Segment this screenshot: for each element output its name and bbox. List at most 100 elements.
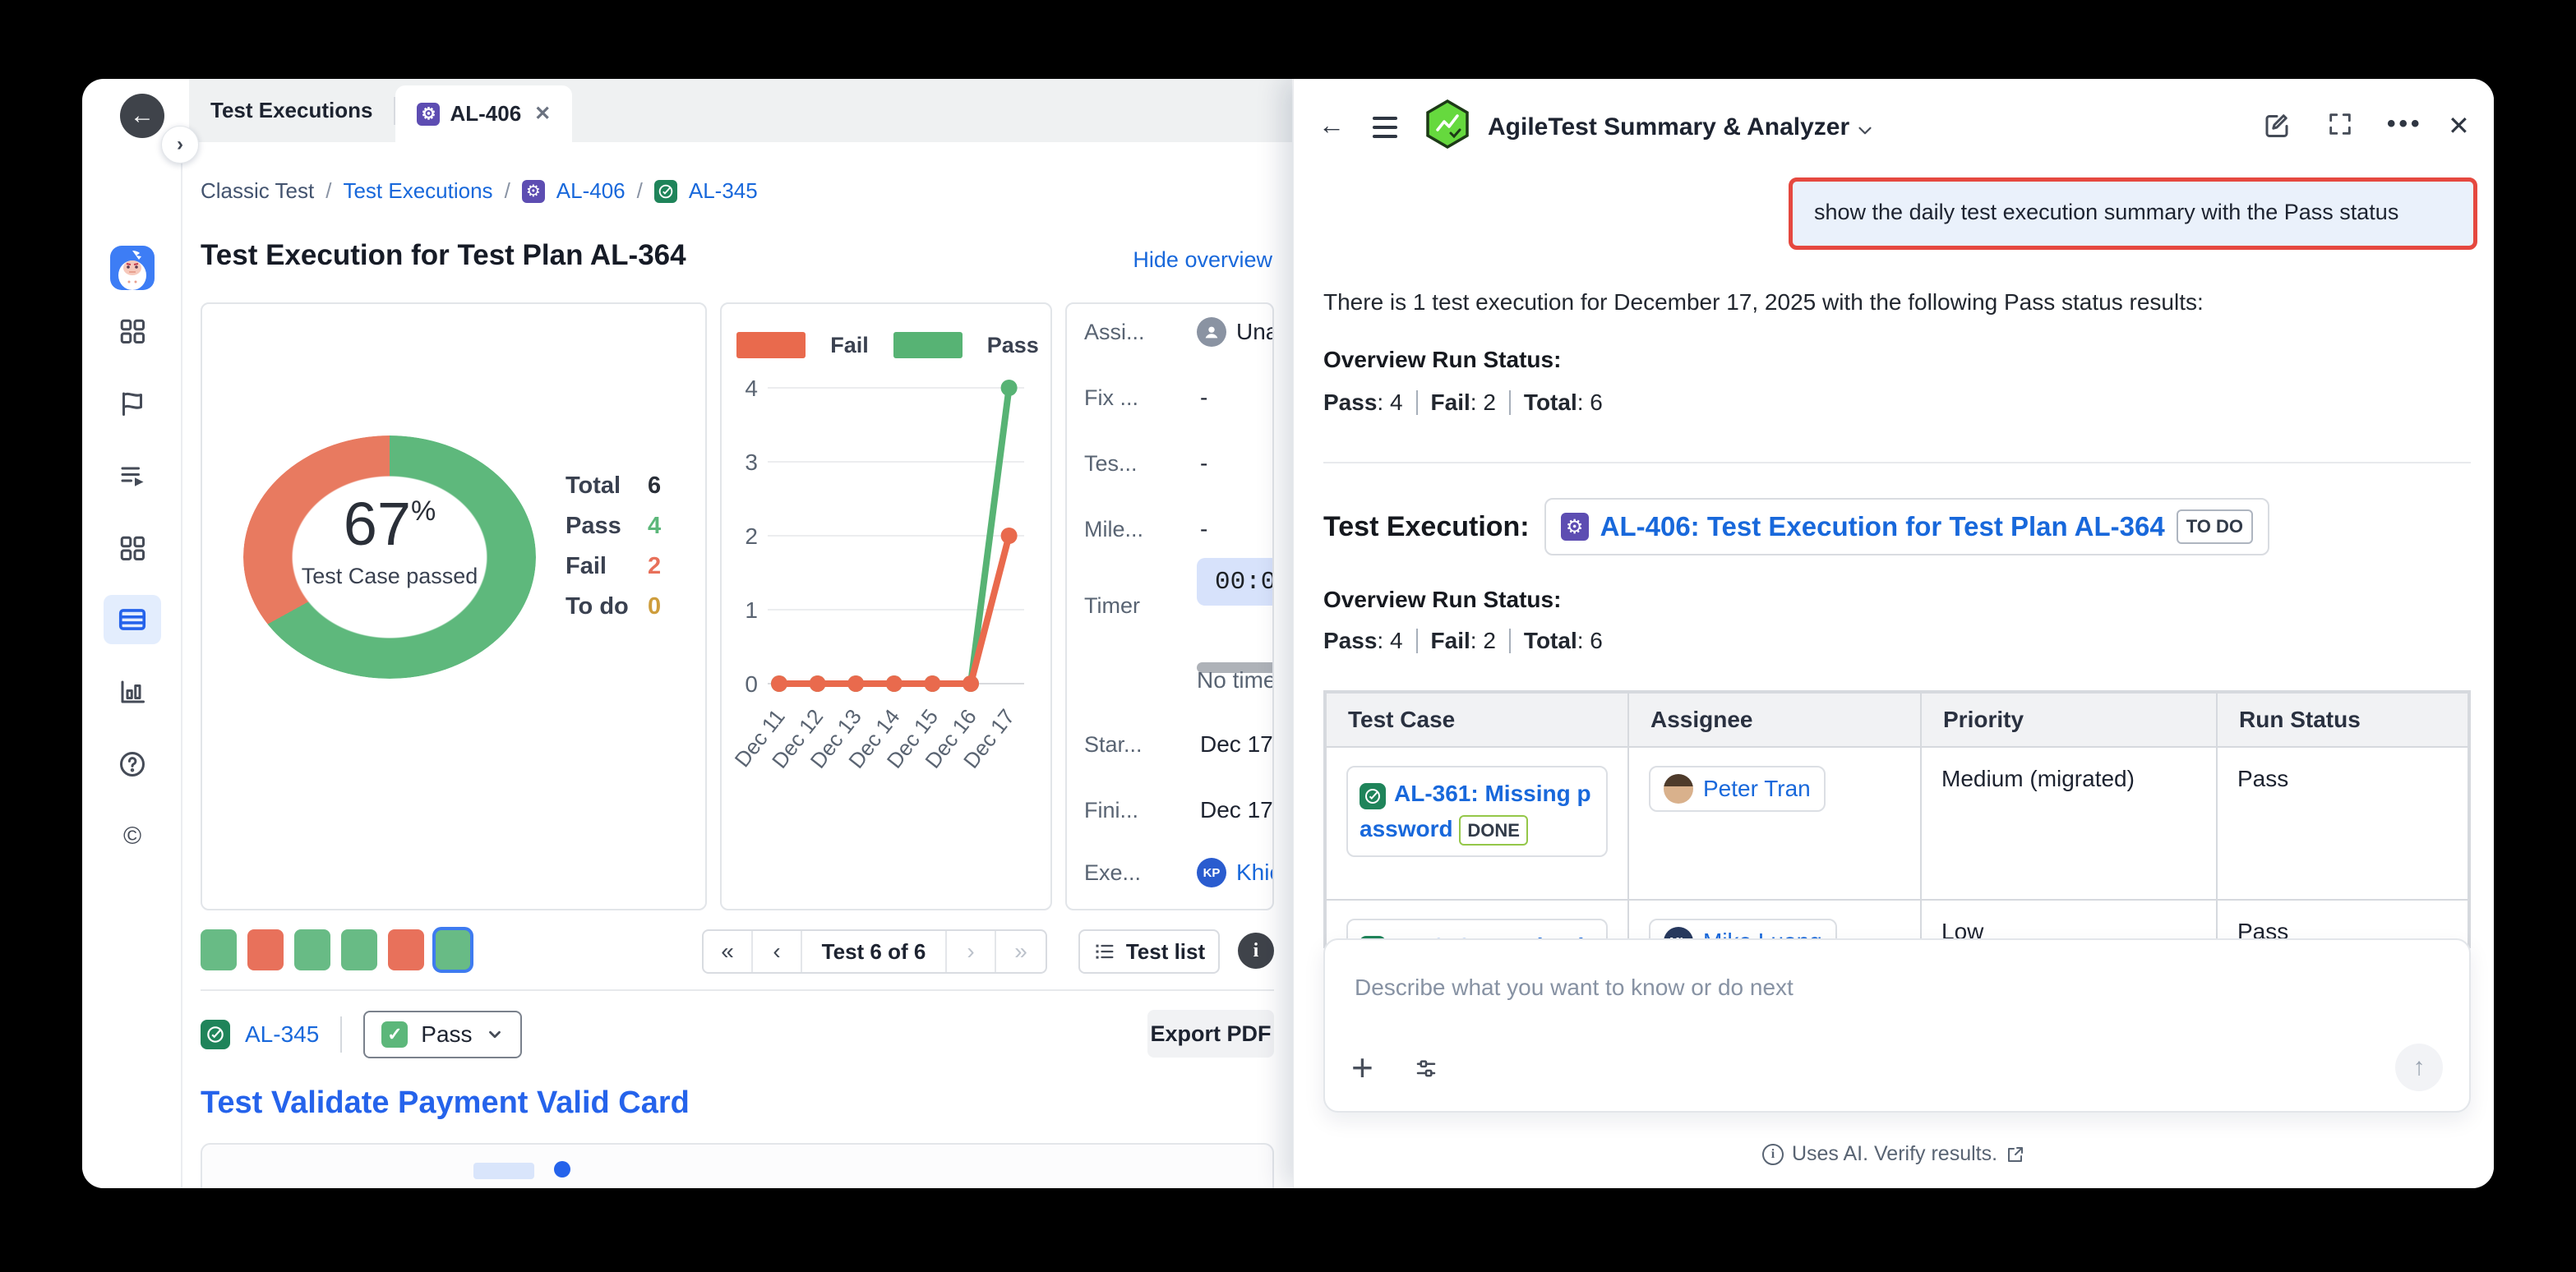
executed-by-value[interactable]: Khiem L <box>1236 860 1274 886</box>
hide-overview-link[interactable]: Hide overview <box>1133 247 1272 273</box>
line-chart-legend: Fail Pass <box>722 332 1054 358</box>
test-case-key-link[interactable]: AL-345 <box>245 1021 319 1048</box>
more-options-icon[interactable]: ••• <box>2387 110 2423 138</box>
run-status-cell: Pass <box>2217 747 2468 900</box>
sidebar-expand-button[interactable]: › <box>161 126 199 164</box>
sidebar-item-test-library[interactable] <box>82 533 182 563</box>
menu-icon[interactable] <box>1373 117 1397 138</box>
breadcrumb-test-executions[interactable]: Test Executions <box>343 178 492 204</box>
chevron-down-icon[interactable] <box>1854 120 1876 141</box>
test-status-square-fail[interactable] <box>388 929 424 970</box>
list-play-icon <box>118 461 147 491</box>
breadcrumb-root[interactable]: Classic Test <box>201 178 314 204</box>
assignee-value[interactable]: Unass... <box>1236 319 1274 345</box>
breadcrumb-slash: / <box>637 178 643 204</box>
assistant-footer: i Uses AI. Verify results. <box>1294 1142 2494 1166</box>
test-status-square-pass[interactable] <box>435 929 471 970</box>
assignee-pill[interactable]: Peter Tran <box>1649 766 1826 812</box>
send-button[interactable]: ↑ <box>2395 1044 2443 1091</box>
chat-input-placeholder[interactable]: Describe what you want to know or do nex… <box>1355 975 1794 1001</box>
fix-version-label: Fix ... <box>1084 385 1138 411</box>
sidebar-item-help[interactable] <box>82 749 182 779</box>
fullscreen-icon[interactable] <box>2326 110 2354 142</box>
tab-test-executions[interactable]: Test Executions <box>189 79 394 142</box>
settings-sliders-icon[interactable] <box>1414 1057 1438 1085</box>
pass-legend-label: Pass <box>987 333 1039 358</box>
test-status-square-fail[interactable] <box>247 929 284 970</box>
test-list-button[interactable]: Test list <box>1078 929 1220 974</box>
page-title: Test Execution for Test Plan AL-364 <box>201 239 686 272</box>
test-case-heading[interactable]: Test Validate Payment Valid Card <box>201 1085 690 1121</box>
legend-value: 4 <box>648 513 661 540</box>
milestone-label: Mile... <box>1084 517 1143 542</box>
sidebar-item-about[interactable]: © <box>82 823 182 850</box>
close-tab-icon[interactable]: ✕ <box>534 102 551 126</box>
test-plan-value[interactable]: - <box>1200 450 1207 477</box>
total-label: Total <box>1524 628 1577 654</box>
first-test-button[interactable]: « <box>704 931 753 972</box>
test-case-link-pill[interactable]: AL-361: Missing password DONE <box>1346 766 1608 857</box>
line-chart-card: Fail Pass 01234Dec 11Dec 12Dec 13Dec 14D… <box>720 302 1052 910</box>
person-glyph <box>1203 323 1221 341</box>
tab-al-406[interactable]: ⚙ AL-406 ✕ <box>395 85 572 142</box>
edit-icon <box>2262 110 2292 140</box>
test-status-square-pass[interactable] <box>201 929 237 970</box>
external-link-icon[interactable] <box>2006 1145 2025 1164</box>
legend-row-fail: Fail 2 <box>566 553 661 580</box>
close-panel-icon[interactable]: ✕ <box>2448 110 2470 141</box>
breadcrumb-al-406[interactable]: AL-406 <box>556 178 626 204</box>
circle-check-glyph <box>205 1024 226 1045</box>
sidebar-item-flags[interactable] <box>82 389 182 418</box>
export-pdf-button[interactable]: Export PDF <box>1147 1010 1274 1058</box>
new-chat-icon[interactable] <box>2262 110 2292 144</box>
sidebar-item-test-runs[interactable] <box>82 461 182 491</box>
fail-label: Fail <box>1431 389 1470 416</box>
pass-count: 4 <box>1390 389 1403 416</box>
overview-stats: Pass: 4 Fail: 2 Total: 6 <box>1323 389 1603 416</box>
test-execution-link-pill: ⚙ AL-406: Test Execution for Test Plan A… <box>1544 498 2269 555</box>
start-date-value[interactable]: Dec 17, ... <box>1200 731 1274 758</box>
assignee-link[interactable]: Peter Tran <box>1703 776 1811 802</box>
test-case-detail-card-partial <box>201 1143 1274 1188</box>
divider <box>201 989 1274 991</box>
sidebar-item-dashboard[interactable] <box>82 316 182 346</box>
donut-caption: Test Case passed <box>243 564 536 589</box>
chat-input-card[interactable]: Describe what you want to know or do nex… <box>1323 938 2471 1113</box>
back-button[interactable]: ← <box>120 94 164 138</box>
test-status-square-pass[interactable] <box>294 929 330 970</box>
legend-row-total: Total 6 <box>566 472 661 500</box>
expand-glyph <box>2326 110 2354 138</box>
test-status-square-pass[interactable] <box>341 929 377 970</box>
table-row: AL-361: Missing password DONE Peter Tran… <box>1326 747 2468 900</box>
test-execution-link[interactable]: AL-406: Test Execution for Test Plan AL-… <box>1600 511 2165 542</box>
add-attachment-icon[interactable]: + <box>1351 1048 1373 1086</box>
milestone-value[interactable]: - <box>1200 516 1207 542</box>
list-icon <box>1093 940 1116 963</box>
breadcrumb-al-345[interactable]: AL-345 <box>689 178 758 204</box>
circle-check-glyph <box>657 182 675 200</box>
total-count: 6 <box>1590 628 1603 654</box>
info-icon[interactable]: i <box>1238 933 1274 969</box>
sidebar-item-test-executions-active[interactable] <box>104 595 161 644</box>
run-status-dropdown[interactable]: ✓ Pass <box>363 1011 521 1058</box>
previous-test-button[interactable]: ‹ <box>753 931 802 972</box>
breadcrumb: Classic Test / Test Executions / ⚙ AL-40… <box>201 178 758 204</box>
back-icon[interactable]: ← <box>1318 110 1345 141</box>
finish-date-value[interactable]: Dec 17, ... <box>1200 797 1274 823</box>
fix-version-value[interactable]: - <box>1200 385 1207 411</box>
next-test-button[interactable]: › <box>947 931 996 972</box>
user-avatar[interactable] <box>110 246 155 290</box>
test-results-table: Test Case Assignee Priority Run Status A… <box>1323 690 2471 948</box>
unassigned-avatar-icon <box>1197 317 1226 347</box>
breadcrumb-slash: / <box>505 178 510 204</box>
test-list-label: Test list <box>1126 939 1205 965</box>
execution-details-card: Assi... Unass... Fix ... - Tes... - Mile… <box>1065 302 1274 910</box>
last-test-button[interactable]: » <box>996 931 1046 972</box>
timer-field[interactable]: 00:00:00 <box>1197 558 1274 606</box>
fail-swatch <box>736 332 806 358</box>
info-icon: i <box>1762 1144 1784 1165</box>
sidebar-item-reports[interactable] <box>82 677 182 707</box>
kp-avatar: KP <box>1197 858 1226 887</box>
pass-check-icon: ✓ <box>381 1021 408 1048</box>
divider <box>1509 629 1511 653</box>
